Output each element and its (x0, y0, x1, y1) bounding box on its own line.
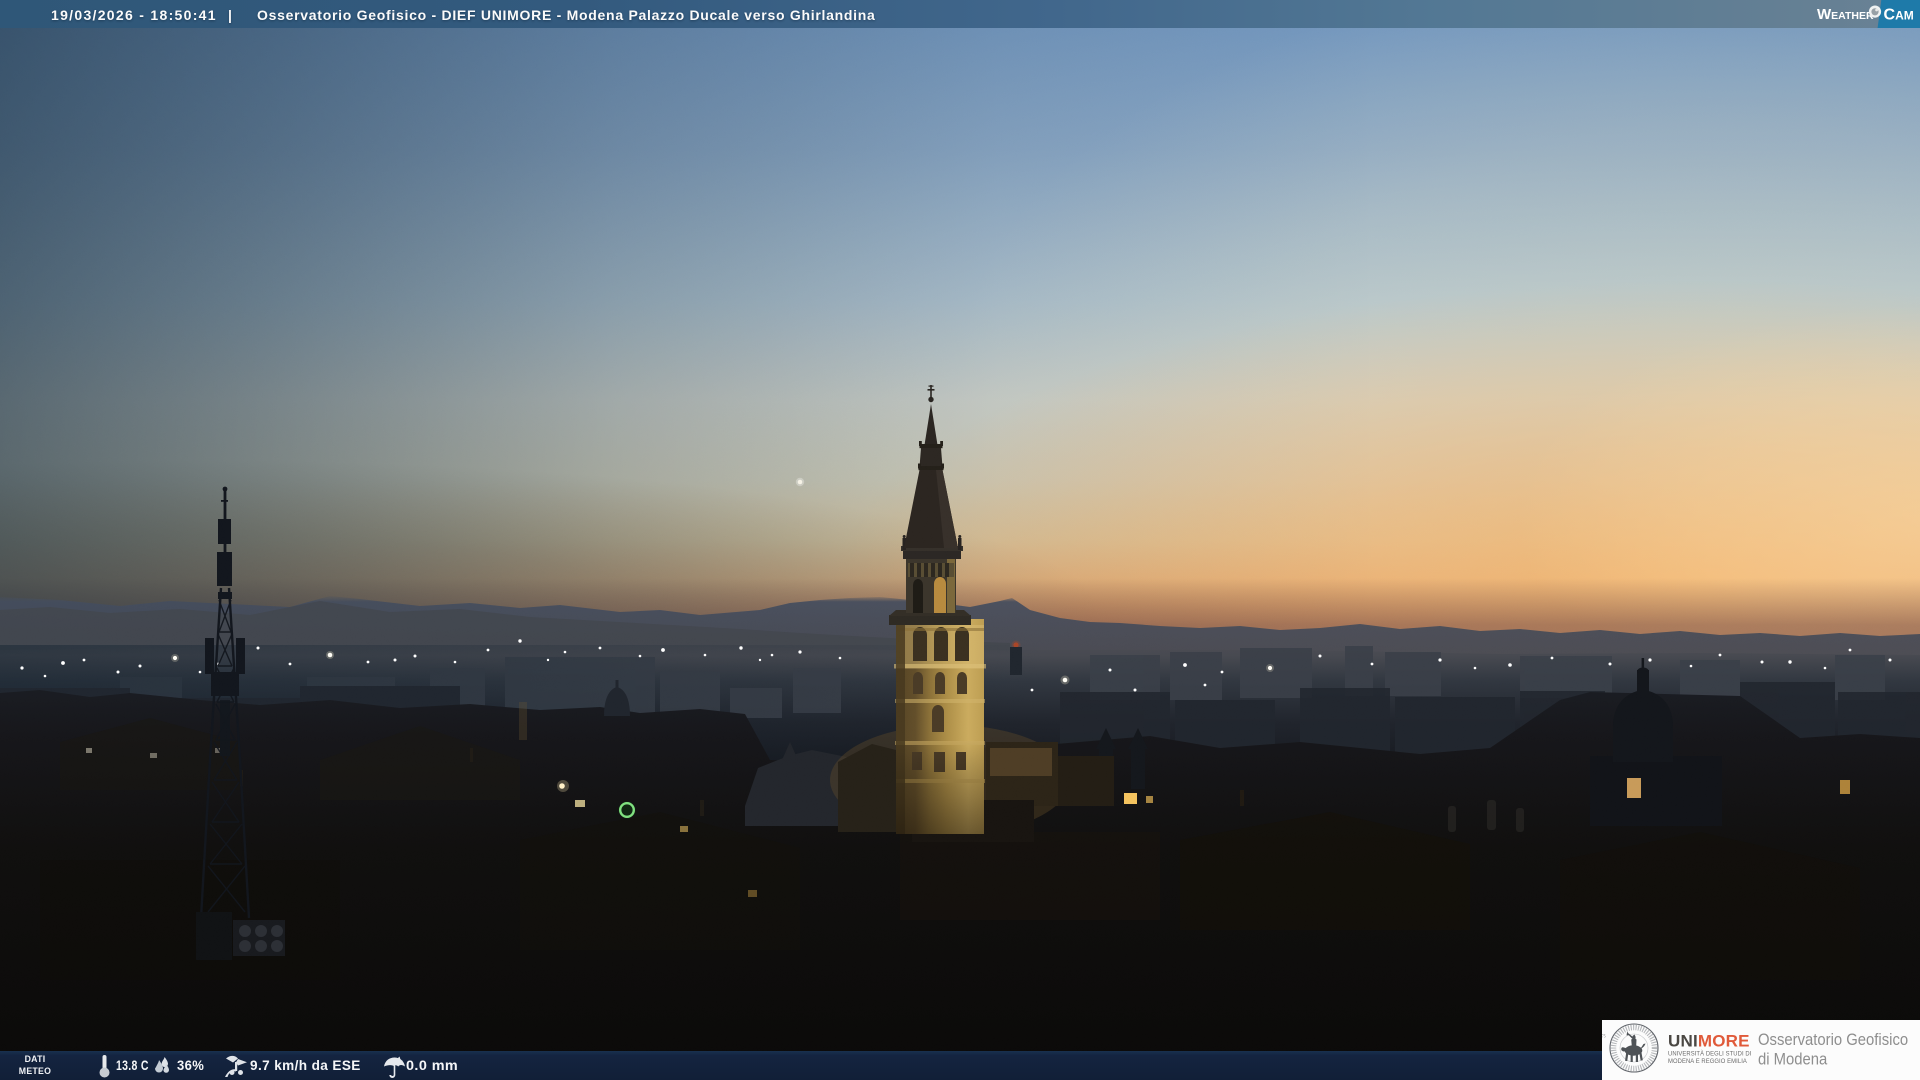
svg-text:1175: 1175 (1602, 1035, 1606, 1039)
svg-text:CAM: CAM (1884, 7, 1914, 24)
svg-text:UNIVERSITÀ DEGLI STUDI DI: UNIVERSITÀ DEGLI STUDI DI (1668, 1050, 1752, 1057)
svg-text:di Modena: di Modena (1758, 1051, 1828, 1069)
svg-text:UNIMORE: UNIMORE (1668, 1032, 1750, 1051)
svg-text:WEATHER: WEATHER (1817, 6, 1874, 23)
svg-text:Osservatorio Geofisico: Osservatorio Geofisico (1758, 1031, 1908, 1049)
svg-text:MODENA E REGGIO EMILIA: MODENA E REGGIO EMILIA (1668, 1058, 1748, 1065)
